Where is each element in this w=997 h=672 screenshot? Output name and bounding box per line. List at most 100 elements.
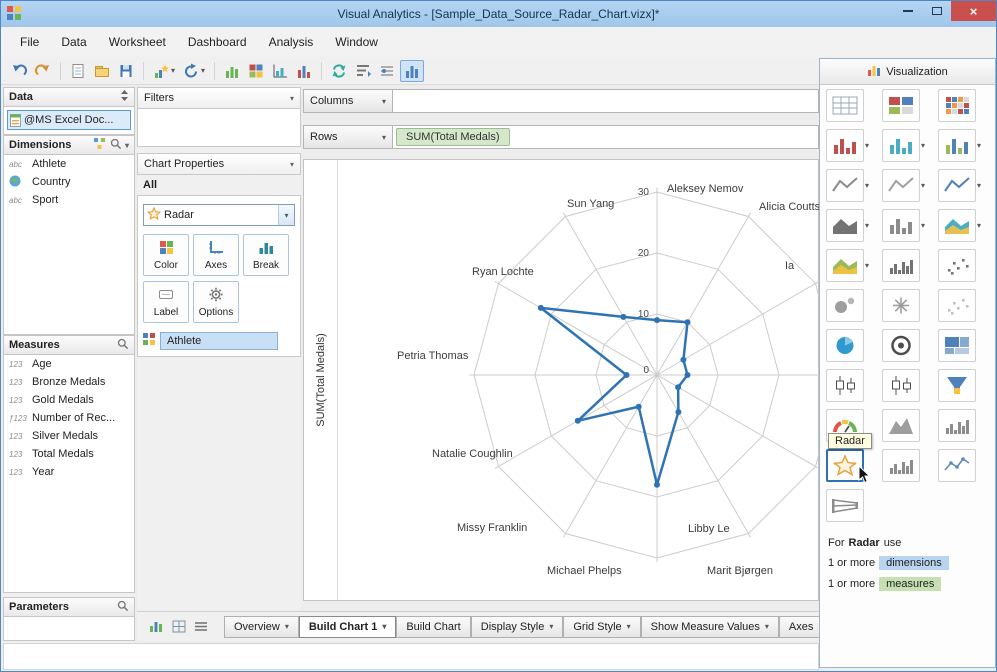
menu-worksheet[interactable]: Worksheet [98,31,177,53]
chevron-down-icon[interactable]: ▾ [285,622,289,631]
chevron-down-icon[interactable]: ▾ [865,141,869,150]
viz-type-mountain[interactable] [882,409,938,449]
maximize-button[interactable] [922,1,951,21]
create-chart-button[interactable]: ▾ [150,61,178,81]
dimension-country[interactable]: Country [4,173,134,191]
binding-field-chip[interactable]: Athlete [160,332,278,350]
chevron-down-icon[interactable]: ▾ [977,141,981,150]
minimize-button[interactable] [893,1,922,21]
measure-age[interactable]: 123 Age [4,355,134,373]
chevron-down-icon[interactable]: ▾ [921,141,925,150]
tab-grid-style[interactable]: Grid Style ▾ [563,615,641,638]
cycle-button[interactable] [328,61,350,81]
viz-type-donut[interactable] [882,329,938,369]
menu-analysis[interactable]: Analysis [258,31,325,53]
insert-chart-button[interactable] [221,61,243,81]
columns-shelf[interactable] [393,89,819,113]
open-button[interactable] [91,61,113,81]
measure-silver-medals[interactable]: 123 Silver Medals [4,427,134,445]
undo-button[interactable] [8,61,30,81]
rows-shelf[interactable]: SUM(Total Medals) [393,125,819,149]
measure-bronze-medals[interactable]: 123 Bronze Medals [4,373,134,391]
measure-chip[interactable]: SUM(Total Medals) [396,128,510,146]
label-button[interactable]: Label [143,281,189,323]
filters-header[interactable]: Filters ▾ [137,87,301,109]
tab-display-style[interactable]: Display Style ▾ [470,615,564,638]
new-sheet-button[interactable] [67,61,89,81]
viz-type-pie[interactable] [826,329,882,369]
chevron-down-icon[interactable]: ▾ [125,141,129,150]
viz-type-scatter[interactable] [938,249,994,289]
viz-type-area-green[interactable]: ▾ [826,249,882,289]
viz-type-area-teal[interactable]: ▾ [938,209,994,249]
break-button[interactable]: Break [243,234,289,276]
viz-type-bar-teal[interactable]: ▾ [882,129,938,169]
sort-levels-button[interactable] [352,61,374,81]
chevron-down-icon[interactable]: ▾ [549,622,553,631]
chevron-down-icon[interactable]: ▾ [977,181,981,190]
insert-crosstab-button[interactable] [245,61,267,81]
chevron-down-icon[interactable]: ▾ [382,622,386,631]
redo-button[interactable] [32,61,54,81]
viz-type-candlestick[interactable] [882,369,938,409]
viz-type-boxplot[interactable] [826,369,882,409]
chevron-down-icon[interactable]: ▾ [201,66,205,75]
data-source-item[interactable]: @MS Excel Doc... [7,110,131,130]
viz-type-waterfall[interactable] [882,449,938,489]
viz-type-funnel[interactable] [938,369,994,409]
viz-type-line-blue[interactable]: ▾ [938,169,994,209]
viz-type-line-step[interactable]: ▾ [882,169,938,209]
menu-file[interactable]: File [9,31,50,53]
chevron-down-icon[interactable]: ▾ [921,181,925,190]
chevron-down-icon[interactable]: ▾ [865,261,869,270]
measure-number-of-rec[interactable]: ƒ123 Number of Rec... [4,409,134,427]
viz-type-histogram[interactable] [938,409,994,449]
chart-properties-header[interactable]: Chart Properties ▾ [137,153,301,175]
viz-type-column-gray[interactable]: ▾ [882,209,938,249]
viz-type-bar[interactable]: ▾ [826,129,882,169]
viz-type-stock[interactable] [938,449,994,489]
search-icon[interactable] [110,138,122,153]
viz-type-radar[interactable] [826,449,882,489]
viz-type-treemap[interactable] [938,329,994,369]
menu-dashboard[interactable]: Dashboard [177,31,258,53]
mini-grid-icon[interactable] [172,620,186,633]
hierarchy-icon[interactable] [93,137,106,153]
viz-type-area[interactable]: ▾ [826,209,882,249]
viz-type-point[interactable] [938,289,994,329]
tab-build-chart[interactable]: Build Chart [396,615,471,638]
viz-type-heatmap[interactable] [938,89,994,129]
search-icon[interactable] [117,338,129,353]
insert-selection-button[interactable] [293,61,315,81]
tab-show-measure-values[interactable]: Show Measure Values ▾ [640,615,779,638]
save-button[interactable] [115,61,137,81]
viz-type-sparkline[interactable] [882,249,938,289]
chevron-down-icon[interactable]: ▾ [627,622,631,631]
chevron-down-icon[interactable]: ▾ [171,66,175,75]
viz-type-bubble[interactable] [826,289,882,329]
swap-sort-icon[interactable] [120,89,129,105]
measure-total-medals[interactable]: 123 Total Medals [4,445,134,463]
columns-shelf-button[interactable]: Columns ▾ [303,89,393,113]
chevron-down-icon[interactable]: ▾ [865,181,869,190]
chevron-down-icon[interactable]: ▾ [865,221,869,230]
viz-type-crosstab[interactable] [882,89,938,129]
dimension-sport[interactable]: abc Sport [4,191,134,209]
viz-type-parallel[interactable] [826,489,882,529]
close-button[interactable]: × [951,1,996,21]
mini-chart-icon[interactable] [149,620,164,633]
axes-button[interactable]: Axes [193,234,239,276]
menu-data[interactable]: Data [50,31,97,53]
options-button[interactable]: Options [193,281,239,323]
list-menu-icon[interactable] [194,621,208,632]
chevron-down-icon[interactable]: ▾ [278,205,294,225]
color-button[interactable]: Color [143,234,189,276]
format-button[interactable] [376,61,398,81]
insert-table-button[interactable] [269,61,291,81]
measure-gold-medals[interactable]: 123 Gold Medals [4,391,134,409]
chart-area[interactable]: SUM(Total Medals) 0 10 20 30 Aleksey Nemov Al… [303,159,819,601]
menu-window[interactable]: Window [324,31,389,53]
chevron-down-icon[interactable]: ▾ [765,622,769,631]
toggle-visualization-button[interactable] [400,59,425,82]
search-icon[interactable] [117,600,129,615]
